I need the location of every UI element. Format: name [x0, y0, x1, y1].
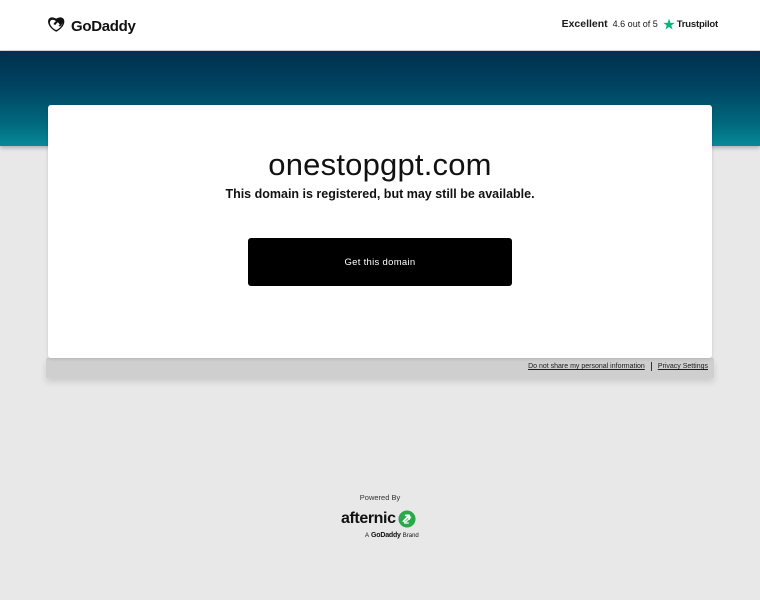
- site-header: GoDaddy Excellent 4.6 out of 5 Trustpilo…: [0, 0, 760, 51]
- brand-suffix: Brand: [402, 532, 419, 539]
- trust-score: 4.6 out of 5: [612, 19, 658, 29]
- do-not-share-link[interactable]: Do not share my personal information: [528, 363, 645, 370]
- domain-card: onestopgpt.com This domain is registered…: [48, 105, 712, 358]
- afternic-arrows-icon: [398, 510, 416, 528]
- availability-message: This domain is registered, but may still…: [225, 187, 535, 201]
- brand-parent: GoDaddy: [371, 532, 401, 539]
- powered-by-label: Powered By: [359, 493, 401, 502]
- privacy-links: Do not share my personal information Pri…: [528, 362, 708, 371]
- afternic-wordmark: afternic: [341, 510, 396, 527]
- afternic-logo[interactable]: afternic: [341, 509, 416, 529]
- trust-rating: Excellent: [561, 18, 608, 30]
- link-divider: [650, 362, 652, 371]
- godaddy-brand-line: A GoDaddy Brand: [365, 532, 419, 539]
- trustpilot-star-icon: [662, 18, 675, 30]
- godaddy-logo[interactable]: GoDaddy: [48, 16, 136, 36]
- trustpilot-widget[interactable]: Excellent 4.6 out of 5 Trustpilot: [561, 18, 719, 30]
- trustpilot-brand: Trustpilot: [676, 18, 718, 30]
- logo-text: GoDaddy: [71, 17, 136, 35]
- get-domain-button[interactable]: Get this domain: [248, 238, 512, 286]
- privacy-settings-link[interactable]: Privacy Settings: [658, 363, 708, 370]
- brand-prefix: A: [365, 532, 370, 539]
- godaddy-logo-icon: [48, 17, 65, 32]
- domain-name: onestopgpt.com: [268, 147, 492, 182]
